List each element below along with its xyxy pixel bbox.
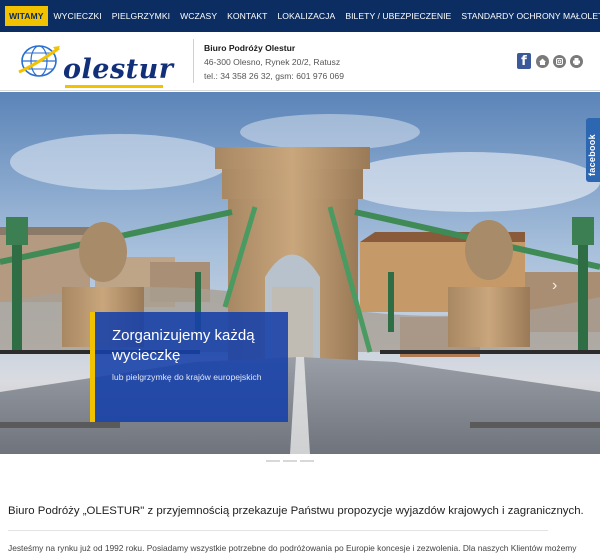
slider-next-arrow[interactable]: › [552,277,562,295]
slider-indicators [266,460,317,462]
company-info: Biuro Podróży Olestur 46-300 Olesno, Ryn… [204,41,344,83]
company-address: 46-300 Olesno, Rynek 20/2, Ratusz [204,57,341,67]
header-icons: f [517,53,587,69]
nav-item-pielgrzymki[interactable]: PIELGRZYMKI [108,6,174,26]
hero-caption-subtitle: lub pielgrzymkę do krajów europejskich [112,372,262,382]
hero-slider[interactable]: Zorganizujemy każdą wycieczkę lub pielgr… [0,92,600,454]
slider-dot-2[interactable] [283,460,297,462]
slider-dot-1[interactable] [266,460,280,462]
print-icon[interactable] [570,54,583,68]
instagram-icon[interactable] [553,54,566,68]
body-text: Jesteśmy na rynku już od 1992 roku. Posi… [8,543,577,553]
nav-item-bilety[interactable]: BILETY / UBEZPIECZENIE [341,6,455,26]
content-divider [8,530,548,531]
logo-underline [65,85,163,88]
nav-item-lokalizacja[interactable]: LOKALIZACJA [273,6,339,26]
intro-text: Biuro Podróży „OLESTUR" z przyjemnością … [8,505,584,517]
slider-dot-3[interactable] [300,460,314,462]
main-nav: WITAMY WYCIECZKI PIELGRZYMKI WCZASY KONT… [0,0,600,32]
company-name: Biuro Podróży Olestur [204,43,296,53]
facebook-tab-label: facebook [587,134,597,176]
company-phone: tel.: 34 358 26 32, gsm: 601 976 069 [204,71,344,81]
hero-caption-title: Zorganizujemy każdą wycieczkę [112,327,255,364]
nav-item-standardy[interactable]: STANDARDY OCHRONY MAŁOLETNICH [457,6,600,26]
hero-caption: Zorganizujemy każdą wycieczkę lub pielgr… [90,312,288,422]
home-icon[interactable] [536,54,549,68]
site-header: olestur Biuro Podróży Olestur 46-300 Ole… [0,32,600,91]
nav-item-kontakt[interactable]: KONTAKT [223,6,271,26]
nav-item-witamy[interactable]: WITAMY [5,6,48,26]
facebook-icon[interactable]: f [517,53,531,69]
logo-wordmark: olestur [63,54,174,85]
site-logo[interactable]: olestur [17,42,173,88]
nav-item-wczasy[interactable]: WCZASY [176,6,221,26]
header-divider [193,39,194,83]
facebook-side-tab[interactable]: facebook [586,118,600,182]
nav-item-wycieczki[interactable]: WYCIECZKI [50,6,106,26]
globe-icon [18,45,60,77]
